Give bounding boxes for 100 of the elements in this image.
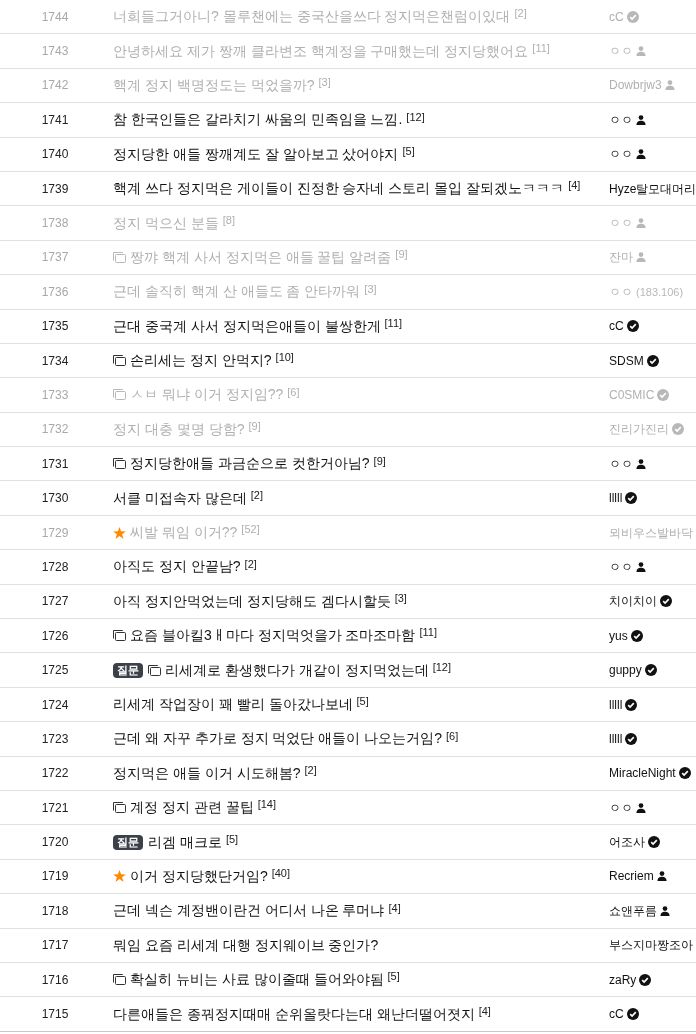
post-title-link[interactable]: 정지당한애들 과금순으로 컷한거아님? — [130, 453, 370, 475]
question-tag: 질문 — [113, 834, 143, 850]
author-name[interactable]: zaRy — [609, 970, 637, 989]
post-title-link[interactable]: 이거 정지당했단거임? — [130, 865, 268, 887]
post-title-link[interactable]: 리세계로 환생했다가 개같이 정지먹었는데 — [165, 659, 429, 681]
post-title-link[interactable]: 참 한국인들은 갈라치기 싸움의 민족임을 느낌. — [113, 109, 403, 131]
post-number: 1739 — [41, 180, 69, 198]
comment-count[interactable]: [11] — [419, 624, 437, 641]
ip-address: (183.106) — [636, 284, 684, 300]
author-name[interactable]: lllll — [609, 695, 623, 714]
post-number: 1717 — [41, 937, 69, 955]
comment-count[interactable]: [6] — [446, 727, 459, 745]
author-name[interactable]: cC — [609, 317, 624, 336]
author-name[interactable]: cC — [609, 1005, 624, 1023]
check-circle-icon — [626, 320, 639, 333]
author-name[interactable]: ㅇㅇ — [609, 110, 633, 129]
post-number: 1737 — [41, 249, 69, 267]
check-circle-icon — [625, 492, 638, 505]
comment-count[interactable]: [10] — [275, 349, 294, 366]
post-number: 1729 — [41, 524, 69, 542]
post-number: 1738 — [41, 215, 69, 233]
star-icon — [113, 526, 126, 539]
check-circle-icon — [657, 389, 670, 401]
check-circle-icon — [630, 629, 643, 642]
post-number: 1743 — [41, 43, 69, 61]
comment-count[interactable]: [4] — [478, 1002, 491, 1020]
author-name[interactable]: ㅇㅇ — [609, 557, 633, 576]
author-name[interactable]: 쇼앤푸름 — [609, 901, 657, 920]
comment-count[interactable]: [2] — [304, 762, 317, 779]
stacked-squares-icon — [113, 974, 126, 986]
comment-count[interactable]: [5] — [356, 693, 369, 710]
comment-count[interactable]: [5] — [225, 830, 239, 848]
post-number: 1720 — [41, 834, 69, 852]
author-name[interactable]: lllll — [609, 729, 623, 748]
post-title-link[interactable]: 근데 왜 자꾸 추가로 정지 먹었단 애들이 나오는거임? — [113, 728, 442, 750]
post-number: 1718 — [41, 902, 69, 920]
post-title-link[interactable]: 리겜 매크로 — [148, 831, 222, 853]
post-number: 1735 — [41, 318, 69, 336]
comment-count[interactable]: [40] — [271, 865, 291, 882]
person-icon — [636, 218, 646, 229]
question-tag: 질문 — [113, 662, 143, 678]
person-icon — [636, 252, 646, 263]
author-name[interactable]: SDSM — [609, 351, 644, 370]
post-title-link[interactable]: 손리세는 정지 안먹지? — [130, 350, 272, 372]
author-name[interactable]: ㅇㅇ — [609, 798, 633, 817]
person-icon — [636, 114, 646, 125]
post-title-link[interactable]: 다른애들은 종꿔정지때매 순위올랏다는대 왜난더떨어졋지 — [113, 1003, 475, 1025]
post-title-link[interactable]: 요즘 블아킬3ㅐ마다 정지먹엇을가 조마조마함 — [130, 625, 416, 647]
author-name[interactable]: ㅇㅇ — [609, 454, 633, 473]
author-name[interactable]: 부스지마짱조아 — [609, 936, 693, 955]
post-title-link[interactable]: 계정 정지 관련 꿀팁 — [130, 797, 254, 819]
check-circle-icon — [672, 423, 684, 436]
comment-count[interactable]: [9] — [373, 452, 386, 469]
post-title-link[interactable]: 확실히 뉴비는 사료 많이줄때 들어와야됨 — [130, 969, 384, 991]
author-name[interactable]: guppy — [609, 661, 642, 680]
author-name[interactable]: 어조사 — [609, 833, 645, 852]
author-name[interactable]: Hyze탈모대머리 — [609, 179, 696, 198]
post-title-link[interactable]: 뭐임 요즘 리세계 대행 정지웨이브 중인가? — [113, 934, 379, 956]
comment-count[interactable]: [2] — [250, 486, 263, 504]
check-circle-icon — [644, 664, 657, 677]
comment-count[interactable]: [12] — [406, 108, 425, 126]
post-number: 1728 — [41, 558, 69, 576]
person-icon — [664, 80, 675, 91]
post-title-link[interactable]: 서클 미접속자 많은데 — [113, 487, 247, 509]
author-name[interactable]: Recriem — [609, 867, 654, 886]
comment-count[interactable]: [4] — [388, 899, 401, 917]
comment-count[interactable]: [4] — [568, 177, 581, 194]
stacked-squares-icon — [113, 802, 126, 814]
post-number: 1715 — [41, 1006, 69, 1023]
post-title-link[interactable]: 근대 중국계 사서 정지먹은애들이 불쌍한게 — [113, 315, 381, 337]
author-name[interactable]: lllll — [609, 489, 623, 508]
comment-count[interactable]: [5] — [402, 143, 415, 160]
author-name[interactable]: ㅇㅇ — [609, 145, 633, 164]
post-number: 1734 — [41, 352, 69, 370]
author-name[interactable]: yus — [609, 626, 628, 645]
post-number: 1731 — [41, 455, 69, 473]
author-name[interactable]: MiracleNight — [609, 764, 676, 783]
post-title-link[interactable]: 근데 넥슨 계정밴이란건 어디서 나온 루머냐 — [113, 900, 385, 922]
stacked-squares-icon — [113, 251, 126, 263]
post-title-link[interactable]: 아직도 정지 안끝남? — [113, 556, 241, 578]
stacked-squares-icon — [113, 630, 126, 642]
comment-count[interactable]: [5] — [387, 968, 400, 985]
comment-count[interactable]: [3] — [394, 590, 407, 607]
post-number: 1733 — [41, 387, 69, 404]
post-title-link[interactable]: 정지당한 애들 짱깨계도 잘 알아보고 샀어야지 — [113, 143, 399, 165]
post-number: 1732 — [41, 421, 69, 439]
comment-count[interactable]: [14] — [257, 796, 277, 813]
comment-count[interactable]: [11] — [384, 314, 403, 332]
post-number: 1744 — [41, 8, 69, 26]
comment-count[interactable]: [12] — [432, 658, 452, 676]
post-number: 1741 — [41, 111, 69, 129]
post-number: 1740 — [41, 146, 69, 164]
author-name[interactable]: 치이치이 — [609, 592, 657, 611]
post-title-link[interactable]: 정지먹은 애들 이거 시도해봄? — [113, 762, 301, 784]
post-title-link[interactable]: 리세계 작업장이 꽤 빨리 돌아갔나보네 — [113, 694, 353, 715]
stacked-squares-icon — [113, 389, 126, 401]
comment-count[interactable]: [2] — [244, 555, 257, 573]
post-title-link[interactable]: 핵계 쓰다 정지먹은 게이들이 진정한 승자네 스토리 몰입 잘되겠노ㅋㅋㅋ — [113, 178, 565, 200]
post-title-link[interactable]: 아직 정지안먹었는데 정지당해도 겜다시할듯 — [113, 590, 391, 612]
post-number: 1727 — [41, 593, 69, 611]
